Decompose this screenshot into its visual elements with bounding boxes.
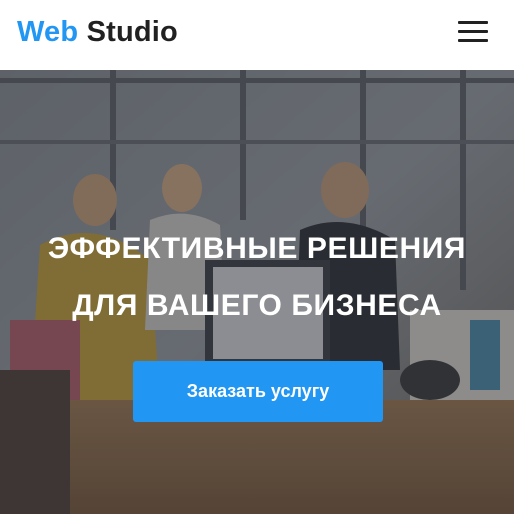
menu-bar-bottom [458, 39, 488, 42]
logo-accent-text: Web [17, 16, 79, 48]
site-header: Web Studio [0, 0, 514, 70]
hamburger-menu-icon[interactable] [456, 20, 490, 44]
hero-title-line1: ЭФФЕКТИВНЫЕ РЕШЕНИЯ [47, 232, 467, 265]
hero-title-line2: ДЛЯ ВАШЕГО БИЗНЕСА [72, 289, 442, 322]
hero-section: ЭФФЕКТИВНЫЕ РЕШЕНИЯ ДЛЯ ВАШЕГО БИЗНЕСА З… [0, 70, 514, 514]
hero-title: ЭФФЕКТИВНЫЕ РЕШЕНИЯ ДЛЯ ВАШЕГО БИЗНЕСА [0, 220, 514, 334]
menu-bar-middle [458, 30, 488, 33]
menu-bar-top [458, 21, 488, 24]
logo[interactable]: Web Studio [17, 14, 178, 50]
logo-main-text: Studio [86, 16, 178, 48]
order-service-button[interactable]: Заказать услугу [133, 361, 383, 422]
